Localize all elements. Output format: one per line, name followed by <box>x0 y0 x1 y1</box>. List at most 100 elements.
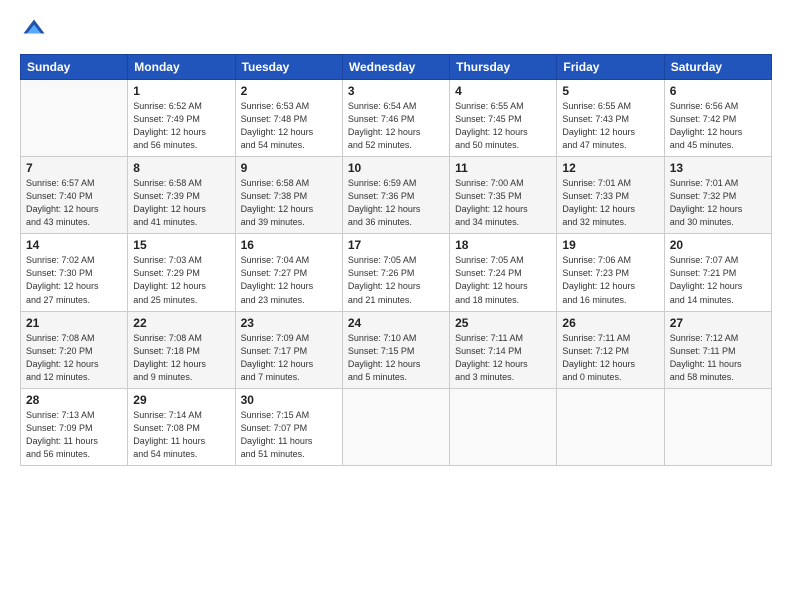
day-info: Sunrise: 6:56 AM Sunset: 7:42 PM Dayligh… <box>670 100 766 152</box>
calendar-day-cell: 5 Sunrise: 6:55 AM Sunset: 7:43 PM Daylig… <box>557 80 664 157</box>
calendar-day-cell <box>557 388 664 465</box>
calendar-day-cell: 6 Sunrise: 6:56 AM Sunset: 7:42 PM Daylig… <box>664 80 771 157</box>
day-number: 27 <box>670 316 766 330</box>
day-info: Sunrise: 7:13 AM Sunset: 7:09 PM Dayligh… <box>26 409 122 461</box>
day-info: Sunrise: 7:08 AM Sunset: 7:18 PM Dayligh… <box>133 332 229 384</box>
day-info: Sunrise: 7:00 AM Sunset: 7:35 PM Dayligh… <box>455 177 551 229</box>
day-number: 12 <box>562 161 658 175</box>
calendar-day-header: Sunday <box>21 55 128 80</box>
calendar-day-cell <box>21 80 128 157</box>
day-number: 1 <box>133 84 229 98</box>
day-number: 8 <box>133 161 229 175</box>
calendar-day-cell: 30Sunrise: 7:15 AM Sunset: 7:07 PM Dayli… <box>235 388 342 465</box>
calendar-day-cell: 14 Sunrise: 7:02 AM Sunset: 7:30 PM Dayli… <box>21 234 128 311</box>
logo <box>20 16 52 44</box>
calendar-day-cell: 4 Sunrise: 6:55 AM Sunset: 7:45 PM Daylig… <box>450 80 557 157</box>
calendar-week-row: 1 Sunrise: 6:52 AM Sunset: 7:49 PM Daylig… <box>21 80 772 157</box>
day-info: Sunrise: 7:03 AM Sunset: 7:29 PM Dayligh… <box>133 254 229 306</box>
day-info: Sunrise: 7:01 AM Sunset: 7:33 PM Dayligh… <box>562 177 658 229</box>
calendar-day-cell: 22 Sunrise: 7:08 AM Sunset: 7:18 PM Dayli… <box>128 311 235 388</box>
day-info: Sunrise: 7:11 AM Sunset: 7:12 PM Dayligh… <box>562 332 658 384</box>
calendar-table: SundayMondayTuesdayWednesdayThursdayFrid… <box>20 54 772 466</box>
day-info: Sunrise: 7:07 AM Sunset: 7:21 PM Dayligh… <box>670 254 766 306</box>
day-info: Sunrise: 7:11 AM Sunset: 7:14 PM Dayligh… <box>455 332 551 384</box>
day-info: Sunrise: 6:59 AM Sunset: 7:36 PM Dayligh… <box>348 177 444 229</box>
day-info: Sunrise: 7:08 AM Sunset: 7:20 PM Dayligh… <box>26 332 122 384</box>
calendar-day-cell: 17 Sunrise: 7:05 AM Sunset: 7:26 PM Dayli… <box>342 234 449 311</box>
day-number: 6 <box>670 84 766 98</box>
calendar-day-cell: 1 Sunrise: 6:52 AM Sunset: 7:49 PM Daylig… <box>128 80 235 157</box>
day-number: 13 <box>670 161 766 175</box>
day-info: Sunrise: 6:54 AM Sunset: 7:46 PM Dayligh… <box>348 100 444 152</box>
calendar-day-cell: 7 Sunrise: 6:57 AM Sunset: 7:40 PM Daylig… <box>21 157 128 234</box>
calendar-day-cell: 12 Sunrise: 7:01 AM Sunset: 7:33 PM Dayli… <box>557 157 664 234</box>
day-info: Sunrise: 7:01 AM Sunset: 7:32 PM Dayligh… <box>670 177 766 229</box>
calendar-day-cell: 29Sunrise: 7:14 AM Sunset: 7:08 PM Dayli… <box>128 388 235 465</box>
calendar-week-row: 28 Sunrise: 7:13 AM Sunset: 7:09 PM Dayli… <box>21 388 772 465</box>
day-number: 17 <box>348 238 444 252</box>
day-number: 21 <box>26 316 122 330</box>
day-number: 14 <box>26 238 122 252</box>
day-number: 18 <box>455 238 551 252</box>
calendar-week-row: 14 Sunrise: 7:02 AM Sunset: 7:30 PM Dayli… <box>21 234 772 311</box>
day-number: 4 <box>455 84 551 98</box>
day-number: 28 <box>26 393 122 407</box>
day-number: 7 <box>26 161 122 175</box>
calendar-day-cell <box>450 388 557 465</box>
day-number: 10 <box>348 161 444 175</box>
day-info: Sunrise: 7:06 AM Sunset: 7:23 PM Dayligh… <box>562 254 658 306</box>
calendar-day-cell: 8 Sunrise: 6:58 AM Sunset: 7:39 PM Daylig… <box>128 157 235 234</box>
calendar-day-cell: 11 Sunrise: 7:00 AM Sunset: 7:35 PM Dayli… <box>450 157 557 234</box>
calendar-day-cell: 10 Sunrise: 6:59 AM Sunset: 7:36 PM Dayli… <box>342 157 449 234</box>
day-info: Sunrise: 6:52 AM Sunset: 7:49 PM Dayligh… <box>133 100 229 152</box>
day-number: 5 <box>562 84 658 98</box>
header <box>20 16 772 44</box>
calendar-day-cell: 13 Sunrise: 7:01 AM Sunset: 7:32 PM Dayli… <box>664 157 771 234</box>
day-info: Sunrise: 7:05 AM Sunset: 7:24 PM Dayligh… <box>455 254 551 306</box>
day-info: Sunrise: 7:14 AM Sunset: 7:08 PM Dayligh… <box>133 409 229 461</box>
day-number: 16 <box>241 238 337 252</box>
day-number: 20 <box>670 238 766 252</box>
day-info: Sunrise: 6:53 AM Sunset: 7:48 PM Dayligh… <box>241 100 337 152</box>
day-number: 9 <box>241 161 337 175</box>
calendar-day-cell: 3 Sunrise: 6:54 AM Sunset: 7:46 PM Daylig… <box>342 80 449 157</box>
calendar-day-header: Wednesday <box>342 55 449 80</box>
calendar-header-row: SundayMondayTuesdayWednesdayThursdayFrid… <box>21 55 772 80</box>
day-info: Sunrise: 6:55 AM Sunset: 7:45 PM Dayligh… <box>455 100 551 152</box>
day-number: 24 <box>348 316 444 330</box>
calendar-week-row: 7 Sunrise: 6:57 AM Sunset: 7:40 PM Daylig… <box>21 157 772 234</box>
calendar-day-cell <box>664 388 771 465</box>
calendar-day-header: Saturday <box>664 55 771 80</box>
calendar-day-cell: 26Sunrise: 7:11 AM Sunset: 7:12 PM Dayli… <box>557 311 664 388</box>
day-number: 2 <box>241 84 337 98</box>
day-info: Sunrise: 7:02 AM Sunset: 7:30 PM Dayligh… <box>26 254 122 306</box>
calendar-day-cell: 9 Sunrise: 6:58 AM Sunset: 7:38 PM Daylig… <box>235 157 342 234</box>
calendar-day-header: Thursday <box>450 55 557 80</box>
day-info: Sunrise: 7:05 AM Sunset: 7:26 PM Dayligh… <box>348 254 444 306</box>
day-info: Sunrise: 7:12 AM Sunset: 7:11 PM Dayligh… <box>670 332 766 384</box>
calendar-day-cell: 28 Sunrise: 7:13 AM Sunset: 7:09 PM Dayli… <box>21 388 128 465</box>
day-info: Sunrise: 6:55 AM Sunset: 7:43 PM Dayligh… <box>562 100 658 152</box>
day-number: 15 <box>133 238 229 252</box>
calendar-day-header: Tuesday <box>235 55 342 80</box>
calendar-day-cell: 27 Sunrise: 7:12 AM Sunset: 7:11 PM Dayli… <box>664 311 771 388</box>
calendar-day-cell: 23 Sunrise: 7:09 AM Sunset: 7:17 PM Dayli… <box>235 311 342 388</box>
calendar-day-cell: 24 Sunrise: 7:10 AM Sunset: 7:15 PM Dayli… <box>342 311 449 388</box>
day-info: Sunrise: 7:10 AM Sunset: 7:15 PM Dayligh… <box>348 332 444 384</box>
day-number: 11 <box>455 161 551 175</box>
calendar-day-cell: 19 Sunrise: 7:06 AM Sunset: 7:23 PM Dayli… <box>557 234 664 311</box>
day-number: 19 <box>562 238 658 252</box>
day-number: 23 <box>241 316 337 330</box>
day-number: 3 <box>348 84 444 98</box>
calendar-day-cell: 18 Sunrise: 7:05 AM Sunset: 7:24 PM Dayli… <box>450 234 557 311</box>
day-info: Sunrise: 6:58 AM Sunset: 7:38 PM Dayligh… <box>241 177 337 229</box>
calendar-day-cell: 2 Sunrise: 6:53 AM Sunset: 7:48 PM Daylig… <box>235 80 342 157</box>
calendar-day-cell: 15 Sunrise: 7:03 AM Sunset: 7:29 PM Dayli… <box>128 234 235 311</box>
calendar-day-cell: 25Sunrise: 7:11 AM Sunset: 7:14 PM Dayli… <box>450 311 557 388</box>
calendar-day-header: Friday <box>557 55 664 80</box>
day-info: Sunrise: 6:57 AM Sunset: 7:40 PM Dayligh… <box>26 177 122 229</box>
day-info: Sunrise: 7:09 AM Sunset: 7:17 PM Dayligh… <box>241 332 337 384</box>
day-number: 22 <box>133 316 229 330</box>
calendar-day-cell: 16Sunrise: 7:04 AM Sunset: 7:27 PM Dayli… <box>235 234 342 311</box>
day-info: Sunrise: 6:58 AM Sunset: 7:39 PM Dayligh… <box>133 177 229 229</box>
